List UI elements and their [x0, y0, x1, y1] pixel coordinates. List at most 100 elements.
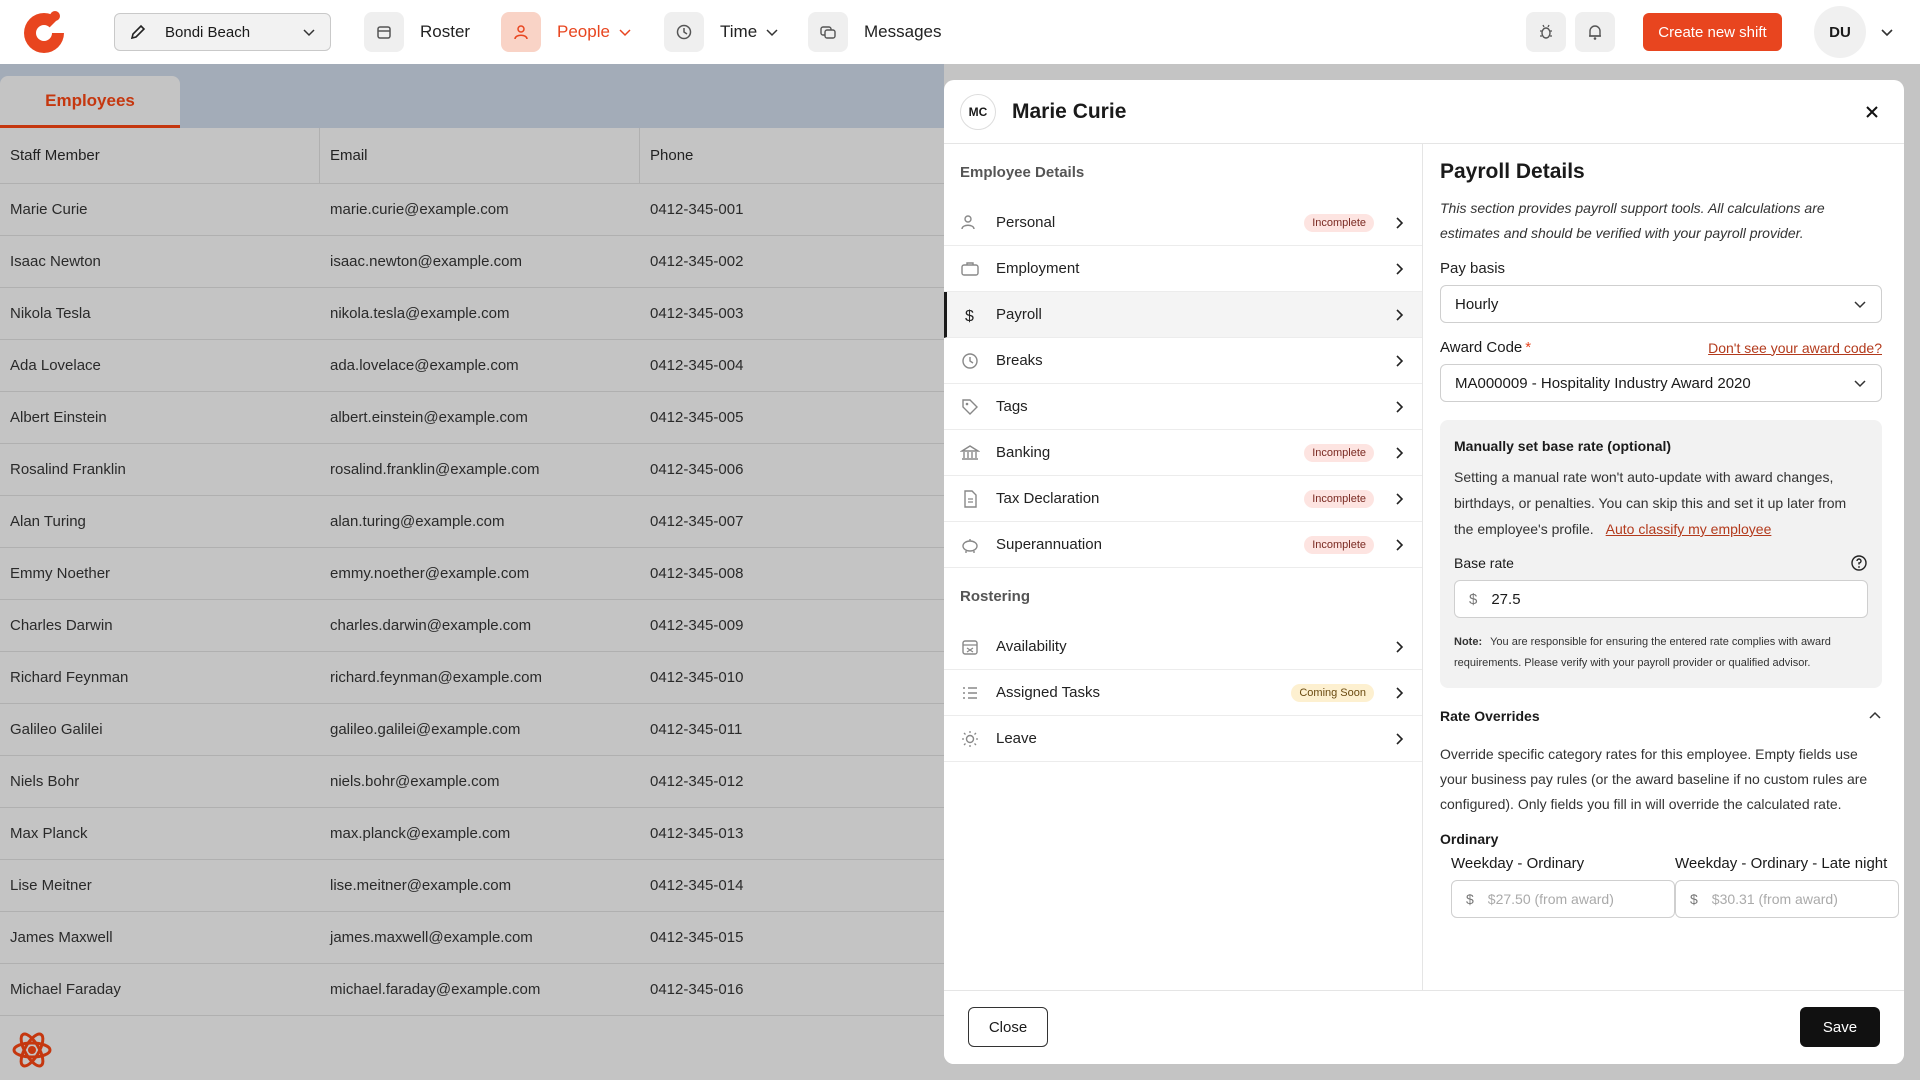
nav-messages[interactable]: Messages — [808, 11, 941, 53]
column-header-phone[interactable]: Phone — [640, 128, 944, 183]
bug-report-button[interactable] — [1526, 12, 1566, 52]
base-rate-input[interactable]: $ 27.5 — [1454, 580, 1868, 618]
menu-item-banking[interactable]: Banking Incomplete — [944, 430, 1422, 476]
menu-item-tags[interactable]: Tags — [944, 384, 1422, 430]
currency-symbol: $ — [1466, 891, 1474, 907]
rate-overrides-toggle[interactable]: Rate Overrides — [1440, 708, 1882, 724]
menu-item-label: Banking — [996, 444, 1051, 461]
table-row[interactable]: Ada Lovelace ada.lovelace@example.com 0412… — [0, 340, 944, 392]
nav-people-label: People — [557, 22, 610, 41]
phone-cell: 0412-345-004 — [650, 357, 744, 374]
rostering-list: Availability Assigned Tasks Coming Soon Lea… — [944, 624, 1422, 762]
nav-roster[interactable]: Roster — [364, 11, 470, 53]
staff-name-cell: James Maxwell — [10, 929, 113, 946]
email-cell: richard.feynman@example.com — [330, 669, 542, 686]
chevron-right-icon — [1396, 686, 1404, 699]
menu-item-availability[interactable]: Availability — [944, 624, 1422, 670]
close-button[interactable]: Close — [968, 1007, 1048, 1047]
chevron-down-icon — [766, 29, 778, 37]
tab-employees[interactable]: Employees — [0, 76, 180, 128]
table-header: Staff Member Email Phone — [0, 128, 944, 184]
status-badge: Incomplete — [1304, 489, 1374, 508]
staff-name-cell: Michael Faraday — [10, 981, 121, 998]
table-row[interactable]: Galileo Galilei galileo.galilei@example.c… — [0, 704, 944, 756]
nav-roster-label: Roster — [420, 22, 471, 41]
section-menu: Employee Details Personal Incomplete Emplo… — [944, 144, 1423, 990]
rate-placeholder: $27.50 (from award) — [1487, 891, 1614, 907]
chevron-right-icon — [1396, 354, 1404, 367]
svg-text:$: $ — [965, 308, 974, 325]
chevron-right-icon — [1396, 538, 1404, 551]
email-cell: emmy.noether@example.com — [330, 565, 530, 582]
rate-input[interactable]: $ $27.50 (from award) — [1451, 880, 1675, 918]
menu-item-leave[interactable]: Leave — [944, 716, 1422, 762]
table-row[interactable]: Max Planck max.planck@example.com 0412-345… — [0, 808, 944, 860]
user-avatar[interactable]: DU — [1814, 6, 1866, 58]
table-row[interactable]: James Maxwell james.maxwell@example.com 04… — [0, 912, 944, 964]
table-row[interactable]: Michael Faraday michael.faraday@example.c… — [0, 964, 944, 1016]
menu-item-payroll[interactable]: $ Payroll — [944, 292, 1422, 338]
chevron-right-icon — [1396, 446, 1404, 459]
status-badge: Incomplete — [1304, 213, 1374, 232]
ordinary-heading: Ordinary — [1440, 831, 1499, 847]
people-icon — [501, 12, 541, 52]
menu-item-superannuation[interactable]: Superannuation Incomplete — [944, 522, 1422, 568]
menu-item-breaks[interactable]: Breaks — [944, 338, 1422, 384]
piggy-bank-icon — [960, 535, 980, 555]
chevron-right-icon — [1396, 732, 1404, 745]
menu-item-employment[interactable]: Employment — [944, 246, 1422, 292]
menu-item-assigned-tasks[interactable]: Assigned Tasks Coming Soon — [944, 670, 1422, 716]
base-rate-value: 27.5 — [1491, 590, 1521, 608]
close-icon[interactable] — [1862, 102, 1882, 122]
table-row[interactable]: Lise Meitner lise.meitner@example.com 0412… — [0, 860, 944, 912]
notifications-button[interactable] — [1575, 12, 1615, 52]
app-logo-icon[interactable] — [22, 6, 68, 56]
menu-item-tax-declaration[interactable]: Tax Declaration Incomplete — [944, 476, 1422, 522]
table-row[interactable]: Alan Turing alan.turing@example.com 0412-3… — [0, 496, 944, 548]
location-select[interactable]: Bondi Beach — [114, 13, 331, 51]
email-cell: rosalind.franklin@example.com — [330, 461, 540, 478]
staff-name-cell: Niels Bohr — [10, 773, 80, 790]
rate-field-weekday-ordinary-late-night: Weekday - Ordinary - Late night $ $30.31 … — [1675, 855, 1899, 918]
table-row[interactable]: Isaac Newton isaac.newton@example.com 0412… — [0, 236, 944, 288]
rate-input[interactable]: $ $30.31 (from award) — [1675, 880, 1899, 918]
manual-base-rate-text: Setting a manual rate won't auto-update … — [1454, 464, 1868, 542]
payroll-details-panel: Payroll Details This section provides pa… — [1424, 144, 1904, 990]
table-row[interactable]: Niels Bohr niels.bohr@example.com 0412-345… — [0, 756, 944, 808]
phone-cell: 0412-345-007 — [650, 513, 744, 530]
table-row[interactable]: Rosalind Franklin rosalind.franklin@examp… — [0, 444, 944, 496]
nav-people[interactable]: People — [501, 11, 632, 53]
table-row[interactable]: Marie Curie marie.curie@example.com 0412-3… — [0, 184, 944, 236]
dialog-title: Marie Curie — [1012, 99, 1127, 123]
save-button[interactable]: Save — [1800, 1007, 1880, 1047]
help-circle-icon[interactable] — [1850, 554, 1868, 572]
table-row[interactable]: Emmy Noether emmy.noether@example.com 0412… — [0, 548, 944, 600]
award-code-select[interactable]: MA000009 - Hospitality Industry Award 20… — [1440, 364, 1882, 402]
table-row[interactable]: Richard Feynman richard.feynman@example.c… — [0, 652, 944, 704]
award-code-help-link[interactable]: Don't see your award code? — [1708, 340, 1882, 356]
auto-classify-link[interactable]: Auto classify my employee — [1606, 521, 1772, 537]
pay-basis-select[interactable]: Hourly — [1440, 285, 1882, 323]
phone-cell: 0412-345-003 — [650, 305, 744, 322]
menu-item-label: Availability — [996, 638, 1067, 655]
react-devtools-icon[interactable] — [10, 1030, 54, 1070]
nav-time[interactable]: Time — [664, 11, 779, 53]
staff-name-cell: Nikola Tesla — [10, 305, 91, 322]
menu-item-personal[interactable]: Personal Incomplete — [944, 200, 1422, 246]
employees-table: Staff Member Email Phone Marie Curie mari… — [0, 128, 944, 1016]
menu-item-label: Assigned Tasks — [996, 684, 1100, 701]
pay-basis-value: Hourly — [1455, 295, 1499, 313]
column-header-email[interactable]: Email — [320, 128, 640, 183]
nav-messages-label: Messages — [864, 22, 942, 41]
currency-symbol: $ — [1690, 891, 1698, 907]
chevron-down-icon[interactable] — [1880, 25, 1894, 39]
column-header-staff-member[interactable]: Staff Member — [0, 128, 320, 183]
table-row[interactable]: Nikola Tesla nikola.tesla@example.com 0412… — [0, 288, 944, 340]
email-cell: isaac.newton@example.com — [330, 253, 522, 270]
table-row[interactable]: Albert Einstein albert.einstein@example.c… — [0, 392, 944, 444]
note-label: Note: — [1454, 636, 1483, 648]
create-new-shift-button[interactable]: Create new shift — [1643, 13, 1782, 51]
table-row[interactable]: Charles Darwin charles.darwin@example.com… — [0, 600, 944, 652]
chevron-right-icon — [1396, 262, 1404, 275]
phone-cell: 0412-345-005 — [650, 409, 744, 426]
